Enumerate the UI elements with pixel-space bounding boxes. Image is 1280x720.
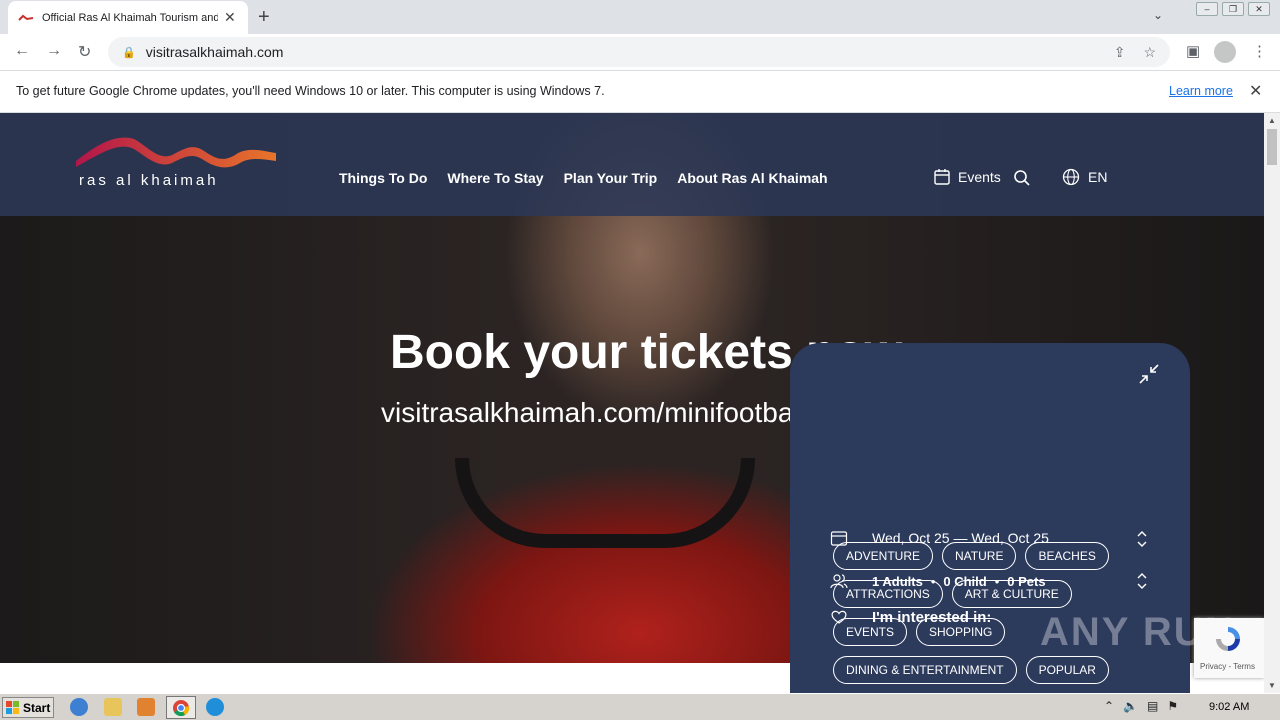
- media-player-icon[interactable]: [137, 698, 155, 716]
- scroll-up-arrow-icon[interactable]: ▲: [1268, 116, 1276, 125]
- window-controls: – ❐ ✕: [1196, 2, 1270, 16]
- action-center-flag-icon[interactable]: ⚑: [1167, 699, 1178, 713]
- infobar-message: To get future Google Chrome updates, you…: [16, 84, 605, 98]
- back-icon[interactable]: ←: [14, 42, 30, 60]
- tag-nature[interactable]: NATURE: [942, 542, 1017, 570]
- recaptcha-badge[interactable]: Privacy - Terms: [1194, 618, 1264, 678]
- minimize-button[interactable]: –: [1196, 2, 1218, 16]
- windows-logo-icon: [6, 700, 19, 714]
- menu-kebab-icon[interactable]: ⋮: [1252, 42, 1267, 60]
- language-label: EN: [1088, 169, 1108, 185]
- calendar-icon: [934, 169, 950, 185]
- bookmark-star-icon[interactable]: ☆: [1143, 44, 1156, 61]
- hero-subtitle: visitrasalkhaimah.com/minifootball: [381, 397, 806, 428]
- taskbar-clock[interactable]: 9:02 AM: [1209, 701, 1249, 713]
- tag-art-culture[interactable]: ART & CULTURE: [951, 580, 1072, 608]
- tray-expand-icon[interactable]: ⌃: [1104, 699, 1114, 713]
- language-selector[interactable]: EN: [1062, 168, 1107, 186]
- network-icon[interactable]: ▤: [1147, 699, 1158, 713]
- tag-dining-entertainment[interactable]: DINING & ENTERTAINMENT: [833, 656, 1017, 684]
- nav-plan-your-trip[interactable]: Plan Your Trip: [564, 170, 658, 186]
- site-favicon-icon: [18, 14, 34, 21]
- internet-explorer-icon[interactable]: [70, 698, 88, 716]
- recaptcha-text[interactable]: Privacy - Terms: [1200, 662, 1255, 671]
- page-scrollbar[interactable]: ▲ ▼: [1264, 113, 1280, 693]
- tab-strip: Official Ras Al Khaimah Tourism and V ✕ …: [0, 0, 1280, 34]
- url-text[interactable]: visitrasalkhaimah.com: [146, 44, 284, 60]
- search-icon[interactable]: [1013, 169, 1031, 187]
- reload-icon[interactable]: ↻: [78, 42, 91, 62]
- scroll-down-arrow-icon[interactable]: ▼: [1268, 681, 1276, 690]
- recaptcha-icon: [1216, 627, 1240, 651]
- globe-icon: [1062, 168, 1080, 186]
- main-nav: Things To Do Where To Stay Plan Your Tri…: [339, 170, 828, 186]
- new-tab-button[interactable]: +: [258, 6, 270, 29]
- forward-icon[interactable]: →: [46, 42, 62, 60]
- tab-title: Official Ras Al Khaimah Tourism and V: [42, 11, 218, 24]
- tag-popular[interactable]: POPULAR: [1025, 656, 1109, 684]
- profile-avatar-icon[interactable]: [1214, 41, 1236, 63]
- browser-tab[interactable]: Official Ras Al Khaimah Tourism and V ✕: [8, 1, 248, 34]
- file-explorer-icon[interactable]: [104, 698, 122, 716]
- learn-more-link[interactable]: Learn more: [1169, 84, 1233, 98]
- tag-attractions[interactable]: ATTRACTIONS: [833, 580, 943, 608]
- address-bar[interactable]: 🔒 visitrasalkhaimah.com ⇪ ☆: [108, 37, 1170, 67]
- hero-image-shirt-collar: [455, 458, 755, 548]
- infobar-close-icon[interactable]: ✕: [1249, 81, 1262, 101]
- page-viewport: ras al khaimah Things To Do Where To Sta…: [0, 113, 1264, 693]
- browser-toolbar: ← → ↻ 🔒 visitrasalkhaimah.com ⇪ ☆ ▣ ⋮: [0, 34, 1280, 71]
- system-tray: ⌃ 🔈 ▤ ⚑: [1104, 699, 1178, 713]
- tag-beaches[interactable]: BEACHES: [1025, 542, 1109, 570]
- tag-adventure[interactable]: ADVENTURE: [833, 542, 934, 570]
- collapse-icon[interactable]: [1138, 363, 1160, 385]
- side-panel-icon[interactable]: ▣: [1186, 42, 1200, 60]
- lock-icon[interactable]: 🔒: [122, 46, 136, 59]
- chrome-icon: [173, 700, 190, 717]
- events-label: Events: [958, 168, 1001, 185]
- nav-about[interactable]: About Ras Al Khaimah: [677, 170, 827, 186]
- edge-icon[interactable]: [206, 698, 224, 716]
- volume-icon[interactable]: 🔈: [1123, 699, 1138, 713]
- start-button[interactable]: Start: [2, 697, 54, 718]
- update-infobar: To get future Google Chrome updates, you…: [0, 71, 1280, 113]
- nav-things-to-do[interactable]: Things To Do: [339, 170, 427, 186]
- maximize-button[interactable]: ❐: [1222, 2, 1244, 16]
- share-icon[interactable]: ⇪: [1114, 44, 1126, 61]
- tag-shopping[interactable]: SHOPPING: [916, 618, 1006, 646]
- start-label: Start: [23, 700, 51, 715]
- tab-close-icon[interactable]: ✕: [224, 9, 236, 26]
- site-header: ras al khaimah Things To Do Where To Sta…: [0, 113, 1264, 216]
- scrollbar-thumb[interactable]: [1267, 129, 1277, 165]
- tab-search-chevron-icon[interactable]: ⌄: [1153, 8, 1163, 22]
- logo-wordmark: ras al khaimah: [79, 172, 219, 189]
- windows-taskbar: Start ⌃ 🔈 ▤ ⚑ 9:02 AM: [0, 693, 1280, 720]
- chrome-taskbar-button[interactable]: [166, 696, 196, 719]
- tag-events[interactable]: EVENTS: [833, 618, 908, 646]
- nav-where-to-stay[interactable]: Where To Stay: [447, 170, 543, 186]
- events-link[interactable]: Events: [934, 168, 1001, 185]
- window-close-button[interactable]: ✕: [1248, 2, 1270, 16]
